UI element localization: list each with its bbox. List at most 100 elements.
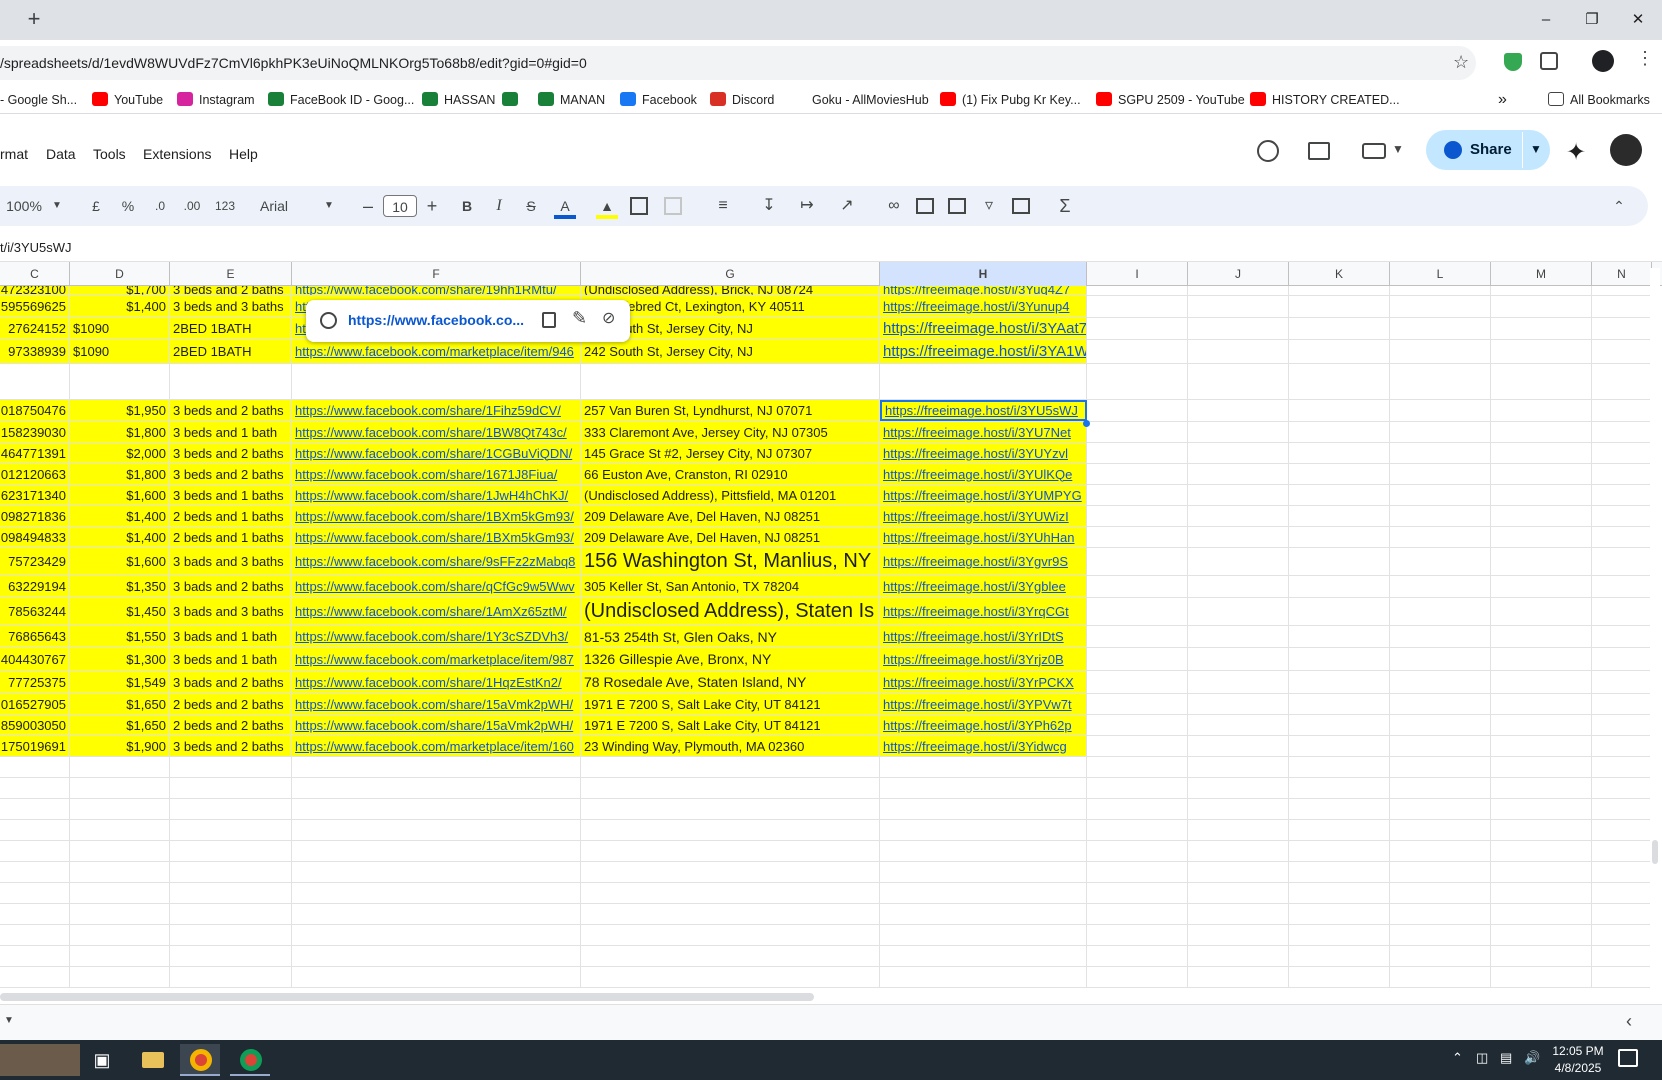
cell-empty[interactable] bbox=[1390, 671, 1491, 693]
collapse-toolbar-icon[interactable]: ⌃ bbox=[1610, 195, 1628, 217]
cell-c[interactable]: 098494833 bbox=[0, 527, 70, 547]
cell-empty[interactable] bbox=[1087, 799, 1188, 819]
cell-empty[interactable] bbox=[1087, 694, 1188, 714]
decrease-decimal-button[interactable]: .0 bbox=[148, 195, 172, 217]
cell-d[interactable]: $1,600 bbox=[70, 485, 170, 505]
cell-empty[interactable] bbox=[1390, 576, 1491, 597]
cell-g[interactable]: 78 Rosedale Ave, Staten Island, NY bbox=[581, 671, 880, 693]
bookmark-item[interactable]: Goku - AllMoviesHub bbox=[790, 90, 929, 110]
cell-link[interactable]: https://freeimage.host/i/3Yunup4 bbox=[883, 299, 1069, 314]
text-wrapping-icon[interactable]: ↦ bbox=[798, 195, 816, 217]
vertical-scrollbar[interactable] bbox=[1650, 268, 1660, 988]
cell-empty[interactable] bbox=[0, 757, 70, 777]
cell-c[interactable]: 97338939 bbox=[0, 340, 70, 363]
text-rotation-icon[interactable]: ↗ bbox=[838, 195, 856, 217]
cell-empty[interactable] bbox=[1592, 598, 1652, 625]
cell-g[interactable]: 242 South St, Jersey City, NJ bbox=[581, 340, 880, 363]
cell-e[interactable]: 3 bads and 2 baths bbox=[170, 671, 292, 693]
cell-empty[interactable] bbox=[1289, 904, 1390, 924]
cell-empty[interactable] bbox=[1491, 548, 1592, 575]
cell-h[interactable]: https://freeimage.host/i/3YU5sWJ bbox=[880, 400, 1087, 421]
bookmark-item[interactable]: - Google Sh... bbox=[0, 90, 77, 110]
cell-empty[interactable] bbox=[1087, 841, 1188, 861]
cell-empty[interactable] bbox=[292, 904, 581, 924]
cell-empty[interactable] bbox=[1289, 757, 1390, 777]
cell-empty[interactable] bbox=[1289, 485, 1390, 505]
cell-g[interactable]: 1971 E 7200 S, Salt Lake City, UT 84121 bbox=[581, 694, 880, 714]
cell-empty[interactable] bbox=[1188, 841, 1289, 861]
cell-empty[interactable] bbox=[1390, 400, 1491, 421]
cell-e[interactable]: 3 beds and 2 baths bbox=[170, 736, 292, 756]
cell-empty[interactable] bbox=[1188, 576, 1289, 597]
cell-g[interactable]: 1326 Gillespie Ave, Bronx, NY bbox=[581, 648, 880, 670]
cell-empty[interactable] bbox=[581, 883, 880, 903]
vertical-scroll-thumb[interactable] bbox=[1652, 840, 1658, 864]
cell-empty[interactable] bbox=[0, 967, 70, 987]
cell-empty[interactable] bbox=[1390, 286, 1491, 295]
cell-d[interactable]: $1,300 bbox=[70, 648, 170, 670]
cell-empty[interactable] bbox=[70, 904, 170, 924]
cell-f[interactable]: https://www.facebook.com/share/1CGBuViQD… bbox=[292, 443, 581, 463]
cell-empty[interactable] bbox=[1592, 694, 1652, 714]
text-color-button[interactable]: A bbox=[554, 195, 576, 219]
cell-empty[interactable] bbox=[1289, 576, 1390, 597]
cell-empty[interactable] bbox=[1592, 671, 1652, 693]
cell-empty[interactable] bbox=[1491, 422, 1592, 442]
cell-empty[interactable] bbox=[1592, 757, 1652, 777]
cell-empty[interactable] bbox=[1390, 925, 1491, 945]
cell-empty[interactable] bbox=[1289, 506, 1390, 526]
borders-icon[interactable] bbox=[630, 197, 648, 215]
cell-empty[interactable] bbox=[1390, 736, 1491, 756]
cell-link[interactable]: https://www.facebook.com/share/1JwH4hChK… bbox=[295, 488, 568, 503]
cell-empty[interactable] bbox=[1592, 841, 1652, 861]
cell-link[interactable]: https://www.facebook.com/share/qCfGc9w5W… bbox=[295, 579, 575, 594]
cell-link[interactable]: https://www.facebook.com/share/1Fihz59dC… bbox=[295, 403, 561, 418]
remove-link-icon[interactable]: ⊘ bbox=[602, 308, 615, 328]
cell-f[interactable]: https://www.facebook.com/share/1JwH4hChK… bbox=[292, 485, 581, 505]
cell-empty[interactable] bbox=[1592, 967, 1652, 987]
cell-empty[interactable] bbox=[1087, 715, 1188, 735]
cell-c[interactable]: 63229194 bbox=[0, 576, 70, 597]
cell-empty[interactable] bbox=[1592, 925, 1652, 945]
cell-empty[interactable] bbox=[70, 925, 170, 945]
cell-empty[interactable] bbox=[170, 799, 292, 819]
cell-g[interactable]: 1971 E 7200 S, Salt Lake City, UT 84121 bbox=[581, 715, 880, 735]
cell-empty[interactable] bbox=[1188, 820, 1289, 840]
cell-h[interactable]: https://freeimage.host/i/3YUhHan bbox=[880, 527, 1087, 547]
cell-empty[interactable] bbox=[292, 862, 581, 882]
cell-empty[interactable] bbox=[1390, 548, 1491, 575]
cell-empty[interactable] bbox=[292, 820, 581, 840]
cell-f[interactable]: https://www.facebook.com/share/19hh1RMtu… bbox=[292, 286, 581, 295]
cell-empty[interactable] bbox=[1087, 820, 1188, 840]
cell-empty[interactable] bbox=[1491, 862, 1592, 882]
cell-e[interactable]: 3 bads and 3 baths bbox=[170, 548, 292, 575]
cell-empty[interactable] bbox=[1289, 340, 1390, 363]
cell-f[interactable]: https://www.facebook.com/share/1Fihz59dC… bbox=[292, 400, 581, 421]
cell-empty[interactable] bbox=[1491, 841, 1592, 861]
cell-g[interactable]: 209 Delaware Ave, Del Haven, NJ 08251 bbox=[581, 527, 880, 547]
cell-empty[interactable] bbox=[1390, 527, 1491, 547]
menu-extensions[interactable]: Extensions bbox=[143, 146, 211, 162]
cell-empty[interactable] bbox=[1592, 318, 1652, 339]
cell-empty[interactable] bbox=[1188, 318, 1289, 339]
cell-d[interactable]: $1,800 bbox=[70, 422, 170, 442]
font-dropdown-icon[interactable]: ▼ bbox=[324, 195, 334, 217]
bookmark-item[interactable]: Discord bbox=[710, 90, 774, 110]
cell-empty[interactable] bbox=[880, 799, 1087, 819]
cell-empty[interactable] bbox=[1188, 626, 1289, 647]
meet-dropdown-icon[interactable]: ▼ bbox=[1392, 142, 1404, 156]
cell-empty[interactable] bbox=[1592, 464, 1652, 484]
cell-link[interactable]: https://freeimage.host/i/3Ygblee bbox=[883, 579, 1066, 594]
bookmark-item[interactable]: MANAN bbox=[538, 90, 605, 110]
cell-e[interactable]: 2 beds and 2 baths bbox=[170, 715, 292, 735]
column-header-l[interactable]: L bbox=[1390, 262, 1491, 286]
cell-empty[interactable] bbox=[1289, 364, 1390, 399]
cell-empty[interactable] bbox=[1491, 318, 1592, 339]
cell-empty[interactable] bbox=[1491, 904, 1592, 924]
all-bookmarks-button[interactable]: All Bookmarks bbox=[1548, 90, 1650, 110]
merge-cells-icon[interactable] bbox=[664, 197, 682, 215]
cell-link[interactable]: https://freeimage.host/i/3YPVw7t bbox=[883, 697, 1072, 712]
cell-empty[interactable] bbox=[292, 841, 581, 861]
clock-time[interactable]: 12:05 PM bbox=[1550, 1044, 1606, 1058]
formula-bar[interactable]: t/i/3YU5sWJ bbox=[0, 232, 1662, 262]
